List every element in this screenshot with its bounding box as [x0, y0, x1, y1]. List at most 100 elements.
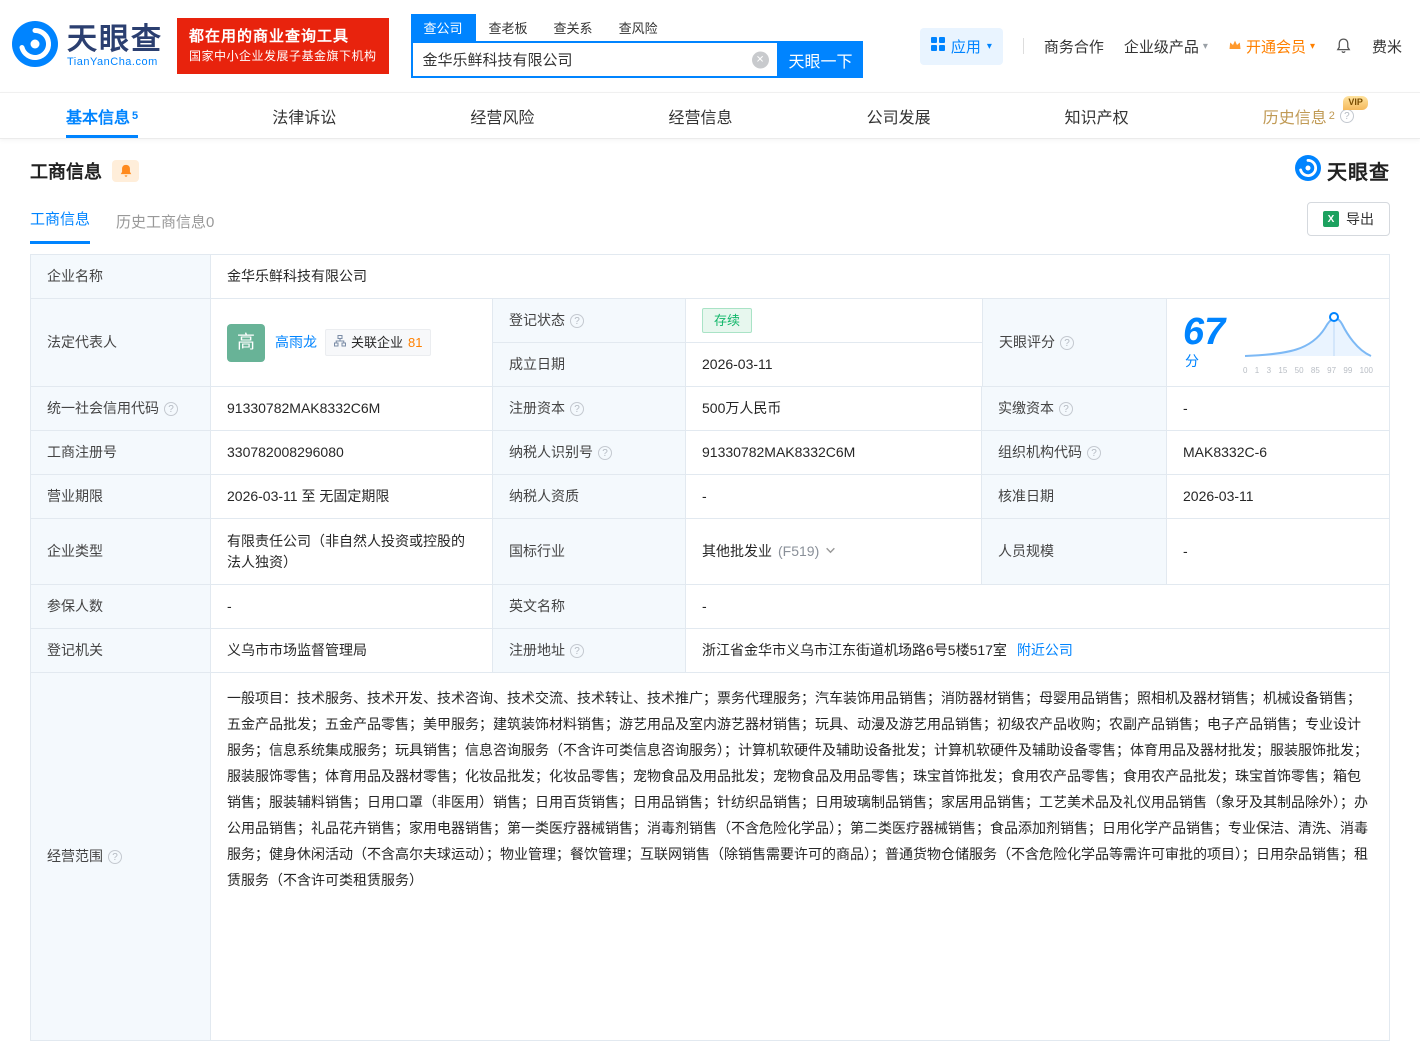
nearby-companies-link[interactable]: 附近公司: [1017, 640, 1073, 661]
export-button[interactable]: X 导出: [1307, 202, 1390, 236]
tab-operating-info[interactable]: 经营信息: [668, 93, 732, 138]
business-term-label: 营业期限: [31, 475, 211, 518]
help-icon[interactable]: [1087, 445, 1101, 460]
crown-icon: [1228, 38, 1242, 55]
label-text: 经营范围: [47, 848, 103, 864]
search-button[interactable]: 天眼一下: [778, 41, 863, 78]
taxpayer-quality-label: 纳税人资质: [493, 475, 686, 518]
label-text: 实缴资本: [998, 400, 1054, 416]
taxpayer-quality-value: -: [686, 475, 982, 518]
chevron-down-icon: [825, 541, 836, 562]
menu-cooperation[interactable]: 商务合作: [1044, 36, 1104, 57]
tab-operating-risk[interactable]: 经营风险: [470, 93, 534, 138]
score-unit: 分: [1185, 353, 1199, 369]
chevron-down-icon: ▾: [1309, 40, 1315, 52]
help-icon[interactable]: [1060, 335, 1074, 350]
table-row: 法定代表人 高 高雨龙 关联企业 81 登记状态 ? 存续 成立日期 2026-…: [31, 299, 1389, 387]
tab-history-info[interactable]: 历史信息2 VIP: [1263, 93, 1368, 138]
user-name[interactable]: 费米: [1372, 36, 1402, 57]
related-companies-chip[interactable]: 关联企业 81: [325, 328, 432, 357]
search-tab-boss[interactable]: 查老板: [476, 14, 541, 41]
label-text: 注册地址: [509, 642, 565, 658]
brand-domain: TianYanCha.com: [67, 55, 158, 68]
business-scope-value: 一般项目：技术服务、技术开发、技术咨询、技术交流、技术转让、技术推广；票务代理服…: [227, 690, 1368, 888]
legal-rep-name[interactable]: 高雨龙: [275, 332, 317, 353]
tianyancha-logo-icon: [12, 20, 58, 72]
reg-number-value: 330782008296080: [211, 431, 493, 474]
tab-legal-litigation[interactable]: 法律诉讼: [272, 93, 336, 138]
table-row: 企业类型 有限责任公司（非自然人投资或控股的法人独资） 国标行业 其他批发业 (F…: [31, 519, 1389, 585]
reg-address-cell: 浙江省金华市义乌市江东街道机场路6号5楼517室 附近公司: [686, 629, 1389, 672]
promo-line1: 都在用的商业查询工具: [189, 28, 350, 46]
help-icon[interactable]: [570, 401, 584, 416]
english-name-value: -: [702, 598, 707, 614]
tab-basic-info[interactable]: 基本信息 5: [66, 93, 139, 138]
tab-label: 知识产权: [1064, 109, 1129, 127]
apps-menu[interactable]: 应用 ▾: [919, 27, 1003, 65]
clear-search-icon[interactable]: ✕: [751, 51, 769, 68]
industry-code: (F519): [778, 543, 820, 559]
help-icon[interactable]: [1059, 401, 1073, 416]
approval-date-label: 核准日期: [982, 475, 1167, 518]
paid-capital-value: -: [1183, 400, 1188, 416]
search-tab-risk[interactable]: 查风险: [606, 14, 671, 41]
help-icon[interactable]: [108, 849, 122, 864]
related-companies-count: 81: [408, 334, 423, 350]
tab-intellectual-property[interactable]: 知识产权: [1065, 93, 1129, 138]
industry-dropdown[interactable]: 其他批发业 (F519): [702, 541, 836, 562]
company-nav-tabs: 基本信息5 法律诉讼 经营风险 经营信息 公司发展 知识产权 历史信息2 VIP: [0, 92, 1420, 139]
reg-capital-value: 500万人民币: [686, 387, 982, 430]
taxpayer-id-label: 纳税人识别号: [493, 431, 686, 474]
score-cell[interactable]: 67分 0 1 3 15 50 85 97 99 100: [1167, 299, 1389, 386]
vip-label: 开通会员: [1245, 38, 1306, 56]
promo-banner: 都在用的商业查询工具 国家中小企业发展子基金旗下机构: [177, 18, 389, 74]
reg-authority-value: 义乌市市场监督管理局: [211, 629, 493, 672]
subtab-history-business-info[interactable]: 历史工商信息0: [116, 211, 214, 244]
tab-count: 5: [132, 109, 139, 122]
help-icon[interactable]: [570, 313, 584, 328]
top-header: 天眼查 TianYanCha.com 都在用的商业查询工具 国家中小企业发展子基…: [0, 0, 1420, 92]
table-row: 经营范围 一般项目：技术服务、技术开发、技术咨询、技术交流、技术转让、技术推广；…: [31, 673, 1389, 1041]
company-type-label: 企业类型: [31, 519, 211, 584]
chevron-down-icon: ▾: [986, 40, 992, 52]
export-label: 导出: [1346, 211, 1374, 227]
status-badge: 存续: [702, 307, 753, 334]
score-label: 天眼评分: [982, 299, 1167, 386]
menu-enterprise[interactable]: 企业级产品 ▾: [1124, 36, 1208, 57]
establish-date-value: 2026-03-11: [702, 356, 773, 372]
section-title: 工商信息: [30, 161, 102, 182]
notification-bell[interactable]: [1335, 37, 1352, 55]
score-value: 67: [1183, 311, 1226, 353]
help-icon[interactable]: [598, 445, 612, 460]
table-row: 企业名称 金华乐鲜科技有限公司: [31, 255, 1389, 299]
tab-company-development[interactable]: 公司发展: [867, 93, 931, 138]
legal-rep-avatar[interactable]: 高: [227, 323, 265, 362]
subtab-business-info[interactable]: 工商信息: [30, 208, 91, 244]
help-icon[interactable]: [570, 643, 584, 658]
company-name-label: 企业名称: [31, 255, 211, 298]
label-text: 统一社会信用代码: [47, 400, 159, 416]
approval-date-value: 2026-03-11: [1183, 488, 1254, 504]
tab-label: 经营信息: [668, 109, 733, 127]
table-row: 工商注册号 330782008296080 纳税人识别号 91330782MAK…: [31, 431, 1389, 475]
legal-rep-label: 法定代表人: [31, 299, 211, 386]
org-chart-icon: [334, 333, 346, 353]
help-icon[interactable]: [164, 401, 178, 416]
company-name-value: 金华乐鲜科技有限公司: [227, 268, 367, 284]
reg-number-label: 工商注册号: [31, 431, 211, 474]
vip-badge: VIP: [1343, 96, 1368, 110]
label-text: 天眼评分: [999, 334, 1055, 350]
staff-size-label: 人员规模: [982, 519, 1167, 584]
legal-rep-cell: 高 高雨龙 关联企业 81: [211, 299, 493, 386]
credit-code-value: 91330782MAK8332C6M: [211, 387, 493, 430]
tianyancha-logo[interactable]: 天眼查 TianYanCha.com: [12, 20, 163, 72]
credit-code-label: 统一社会信用代码: [31, 387, 211, 430]
search-input[interactable]: [410, 41, 779, 78]
help-icon[interactable]: [1339, 108, 1354, 123]
search-tab-company[interactable]: 查公司: [410, 14, 476, 41]
subscribe-bell-icon[interactable]: [112, 159, 139, 182]
industry-label: 国标行业: [493, 519, 686, 584]
search-tab-relation[interactable]: 查关系: [541, 14, 606, 41]
menu-open-vip[interactable]: 开通会员 ▾: [1228, 36, 1315, 57]
tianyancha-logo-icon: [1295, 155, 1321, 186]
